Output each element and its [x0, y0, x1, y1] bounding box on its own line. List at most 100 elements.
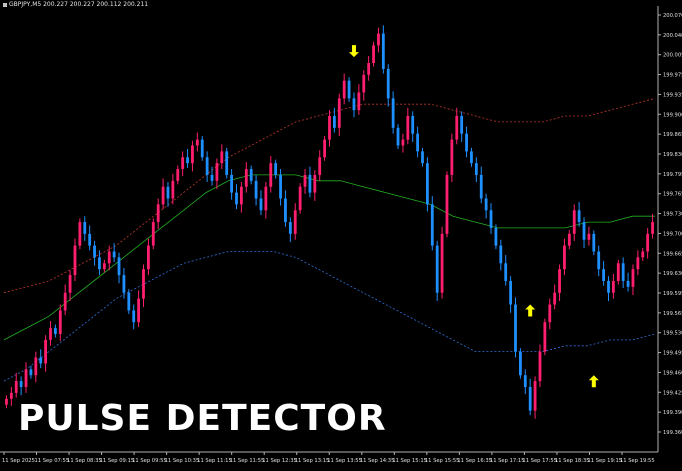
candle-body [146, 245, 150, 270]
price-tick-label: 199.595 [663, 291, 682, 297]
time-tick-label: 11 Sep 13:55 [327, 458, 362, 464]
time-tick-label: 11 Sep 09:55 [132, 458, 167, 464]
candle-body [538, 351, 542, 382]
candle-body [244, 169, 248, 187]
candle-body [225, 151, 229, 175]
candle-body [259, 198, 263, 211]
candle-body [430, 204, 434, 246]
symbol-icon [3, 2, 7, 7]
candle-body [499, 245, 503, 264]
time-tick-label: 11 Sep 12:35 [262, 458, 297, 464]
price-tick-label: 199.425 [663, 390, 682, 396]
candle-body [470, 151, 473, 164]
candle-body [29, 369, 33, 376]
candle-body [563, 245, 566, 270]
time-tick-label: 11 Sep 15:55 [425, 458, 460, 464]
candle-body [641, 251, 645, 258]
price-tick-label: 200.005 [663, 53, 682, 59]
price-tick-label: 199.795 [663, 172, 682, 178]
candle-body [107, 251, 111, 264]
candle-body [558, 269, 561, 293]
candle-body [102, 263, 106, 270]
candle-body [73, 245, 77, 276]
symbol-line: GBPJPY,M5 200.227 200.227 200.112 200.21… [9, 1, 149, 8]
candle-body [621, 263, 625, 281]
candle-body [63, 292, 67, 311]
candle-body [68, 275, 72, 293]
candle-body [239, 186, 243, 205]
candle-body [93, 245, 96, 258]
candle-body [342, 80, 346, 99]
candle-body [357, 92, 361, 111]
candle-body [98, 257, 101, 270]
price-tick-label: 199.530 [663, 331, 682, 337]
candle-body [142, 269, 145, 299]
price-tick-label: 199.565 [663, 311, 682, 317]
candle-body [646, 233, 650, 252]
time-tick-label: 11 Sep 17:15 [490, 458, 525, 464]
candle-body [372, 45, 375, 64]
candle-body [58, 310, 62, 334]
candle-body [186, 157, 189, 164]
candle-body [220, 151, 224, 164]
candle-body [88, 233, 92, 246]
candle-body [582, 222, 586, 240]
candle-body [210, 174, 214, 181]
price-tick-label: 199.390 [663, 410, 682, 416]
chart-area[interactable]: 200.070 200.040 200.005 199.975 199.935 199.9… [0, 0, 682, 467]
candle-body [592, 233, 596, 252]
candle-body [264, 186, 268, 211]
time-tick-label: 11 Sep 19:15 [587, 458, 622, 464]
candle-body [440, 233, 444, 293]
candle-body [406, 116, 410, 140]
price-tick-label: 199.630 [663, 271, 682, 277]
price-tick-label: 199.975 [663, 73, 682, 79]
time-tick-label: 11 Sep 14:35 [360, 458, 395, 464]
candle-body [171, 180, 175, 199]
candle-body [543, 322, 547, 352]
candle-body [288, 222, 292, 234]
candle-body [636, 257, 640, 270]
candle-body [78, 222, 82, 246]
candle-body [445, 174, 449, 234]
price-tick-label: 200.070 [663, 13, 682, 19]
candle-body [313, 174, 317, 193]
candle-body [455, 116, 459, 140]
candle-body [328, 116, 331, 140]
candle-body [626, 280, 630, 287]
candle-body [518, 351, 522, 376]
candle-body [381, 33, 385, 69]
candle-body [122, 275, 126, 293]
price-tick-label: 199.495 [663, 351, 682, 357]
candle-body [567, 233, 571, 246]
candle-body [386, 68, 390, 99]
candle-body [332, 116, 336, 128]
candle-body [548, 304, 552, 323]
price-tick-label: 199.360 [663, 430, 682, 436]
price-tick-label: 199.700 [663, 231, 682, 237]
candle-body [352, 98, 356, 111]
time-tick-label: 11 Sep 19:55 [620, 458, 655, 464]
candle-body [5, 398, 8, 405]
candle-body [587, 233, 591, 240]
price-tick-label: 199.765 [663, 192, 682, 198]
candle-body [137, 298, 141, 323]
candle-body [533, 381, 537, 411]
candle-body [269, 163, 273, 187]
candle-body [293, 210, 297, 234]
candle-body [396, 127, 400, 146]
candle-body [465, 133, 468, 152]
candle-body [9, 392, 13, 399]
candle-body [274, 163, 278, 175]
time-tick-label: 11 Sep 18:35 [555, 458, 590, 464]
price-tick-label: 199.730 [663, 212, 682, 218]
candle-body [528, 386, 532, 411]
candle-body [39, 357, 43, 364]
candle-body [284, 198, 287, 223]
time-tick-label: 11 Sep 11:15 [197, 458, 232, 464]
candle-body [279, 174, 282, 199]
price-tick-label: 200.040 [663, 33, 682, 39]
candle-body [83, 222, 87, 234]
price-chart[interactable]: 200.070 200.040 200.005 199.975 199.935 199.9… [0, 0, 682, 467]
candle-body [53, 328, 57, 334]
